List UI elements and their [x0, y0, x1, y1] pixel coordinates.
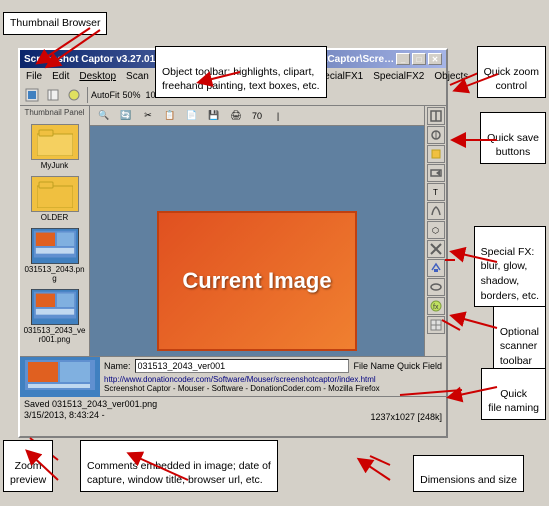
toolbar-btn-2[interactable] — [43, 86, 63, 104]
menu-edit[interactable]: Edit — [48, 70, 73, 83]
status-bottom-row: Saved 031513_2043_ver001.png 3/15/2013, … — [20, 397, 446, 437]
zoom-preview-box — [20, 357, 100, 397]
image-toolbar: 🔍 🔄 ✂ 📋 📄 💾 🖨 70 | — [90, 106, 424, 126]
img-tool-6[interactable]: 💾 — [204, 107, 224, 125]
rt-btn-2[interactable] — [427, 126, 445, 144]
title-bar-buttons: _ □ ✕ — [396, 53, 442, 65]
annotation-quick-save: Quick save buttons — [480, 112, 546, 164]
date-text: 3/15/2013, 8:43:24 - — [24, 410, 362, 420]
toolbar-btn-1[interactable] — [22, 86, 42, 104]
img-tool-2[interactable]: 🔄 — [116, 107, 136, 125]
maximize-button[interactable]: □ — [412, 53, 426, 65]
zoom-50: 50% — [123, 90, 141, 100]
rt-btn-3[interactable] — [427, 145, 445, 163]
rt-btn-8[interactable] — [427, 240, 445, 258]
toolbar-separator-1 — [87, 87, 88, 103]
thumb-myjunk-label: MyJunk — [41, 161, 69, 170]
thumb-older[interactable]: OLDER — [30, 175, 80, 223]
menu-file[interactable]: File — [22, 70, 46, 83]
file-name-input[interactable] — [135, 359, 350, 373]
rt-btn-11[interactable]: fx — [427, 297, 445, 315]
annotation-quick-naming: Quick file naming — [481, 368, 546, 420]
dimensions-display: 1237x1027 [248k] — [366, 397, 446, 437]
thumb-ss1[interactable]: 031513_2043.png — [22, 227, 87, 284]
rt-btn-10[interactable] — [427, 278, 445, 296]
thumb-myjunk-img — [31, 124, 79, 160]
menu-specialfx2[interactable]: SpecialFX2 — [369, 70, 428, 83]
thumb-myjunk[interactable]: MyJunk — [30, 123, 80, 171]
window-title-display: Screenshot Captor - Mouser - Software - … — [104, 384, 442, 393]
annotation-object-toolbar: Object toolbar: highlights, clipart, fre… — [155, 46, 327, 98]
annotation-comments: Comments embedded in image; date of capt… — [80, 440, 278, 492]
thumb-ss1-label: 031513_2043.png — [23, 265, 86, 283]
thumbnail-panel-label: Thumbnail Panel — [24, 108, 84, 117]
annotation-quick-zoom: Quick zoom control — [477, 46, 546, 98]
status-bottom-info: Saved 031513_2043_ver001.png 3/15/2013, … — [20, 397, 366, 437]
close-button[interactable]: ✕ — [428, 53, 442, 65]
rt-btn-6[interactable] — [427, 202, 445, 220]
img-tool-7[interactable]: 🖨 — [226, 107, 246, 125]
autofit-label: AutoFit — [91, 90, 120, 100]
svg-text:fx: fx — [433, 304, 439, 311]
file-info-panel: Name: File Name Quick Field http://www.d… — [100, 357, 446, 396]
zoom-slider[interactable]: | — [268, 107, 288, 125]
img-tool-5[interactable]: 📄 — [182, 107, 202, 125]
annotation-zoom-preview: Zoom preview — [3, 440, 53, 492]
img-tool-1[interactable]: 🔍 — [94, 107, 114, 125]
img-tool-4[interactable]: 📋 — [160, 107, 180, 125]
rt-btn-5[interactable]: T — [427, 183, 445, 201]
annotation-special-fx: Special FX: blur, glow, shadow, borders,… — [474, 226, 546, 307]
status-top-row: Name: File Name Quick Field http://www.d… — [20, 357, 446, 397]
annotation-optional-scanner: Optional scanner toolbar — [493, 306, 546, 373]
menu-objects[interactable]: Objects — [430, 70, 472, 83]
thumb-ss1-img — [31, 228, 79, 264]
thumb-older-label: OLDER — [41, 213, 69, 222]
saved-text: Saved 031513_2043_ver001.png — [24, 399, 362, 409]
annotation-dimensions: Dimensions and size — [413, 455, 524, 492]
thumb-ss2[interactable]: 031513_2043_ver001.png — [22, 288, 87, 345]
current-image-text: Current Image — [182, 268, 331, 294]
img-tool-3[interactable]: ✂ — [138, 107, 158, 125]
file-name-quick-label: File Name Quick Field — [353, 361, 442, 371]
rt-btn-12[interactable] — [427, 316, 445, 334]
menu-scan[interactable]: Scan — [122, 70, 153, 83]
thumb-ss2-label: 031513_2043_ver001.png — [23, 326, 86, 344]
minimize-button[interactable]: _ — [396, 53, 410, 65]
toolbar-btn-3[interactable] — [64, 86, 84, 104]
current-image-box: Current Image — [157, 211, 357, 351]
status-area: Name: File Name Quick Field http://www.d… — [20, 356, 446, 436]
annotation-thumbnail-browser: Thumbnail Browser — [3, 12, 107, 35]
thumb-ss2-img — [31, 289, 79, 325]
rt-btn-9[interactable] — [427, 259, 445, 277]
rt-btn-1[interactable] — [427, 107, 445, 125]
app-window: Screenshot Captor v3.27.01 - C:\Program … — [18, 48, 448, 438]
name-label: Name: — [104, 361, 131, 371]
url-display: http://www.donationcoder.com/Software/Mo… — [104, 375, 442, 384]
screenshot-wrapper: Screenshot Captor v3.27.01 - C:\Program … — [0, 0, 549, 506]
rt-btn-7[interactable]: ⬡ — [427, 221, 445, 239]
menu-desktop[interactable]: Desktop — [75, 70, 120, 83]
thumb-older-img — [31, 176, 79, 212]
zoom-value: 70 — [252, 111, 262, 121]
rt-btn-4[interactable] — [427, 164, 445, 182]
